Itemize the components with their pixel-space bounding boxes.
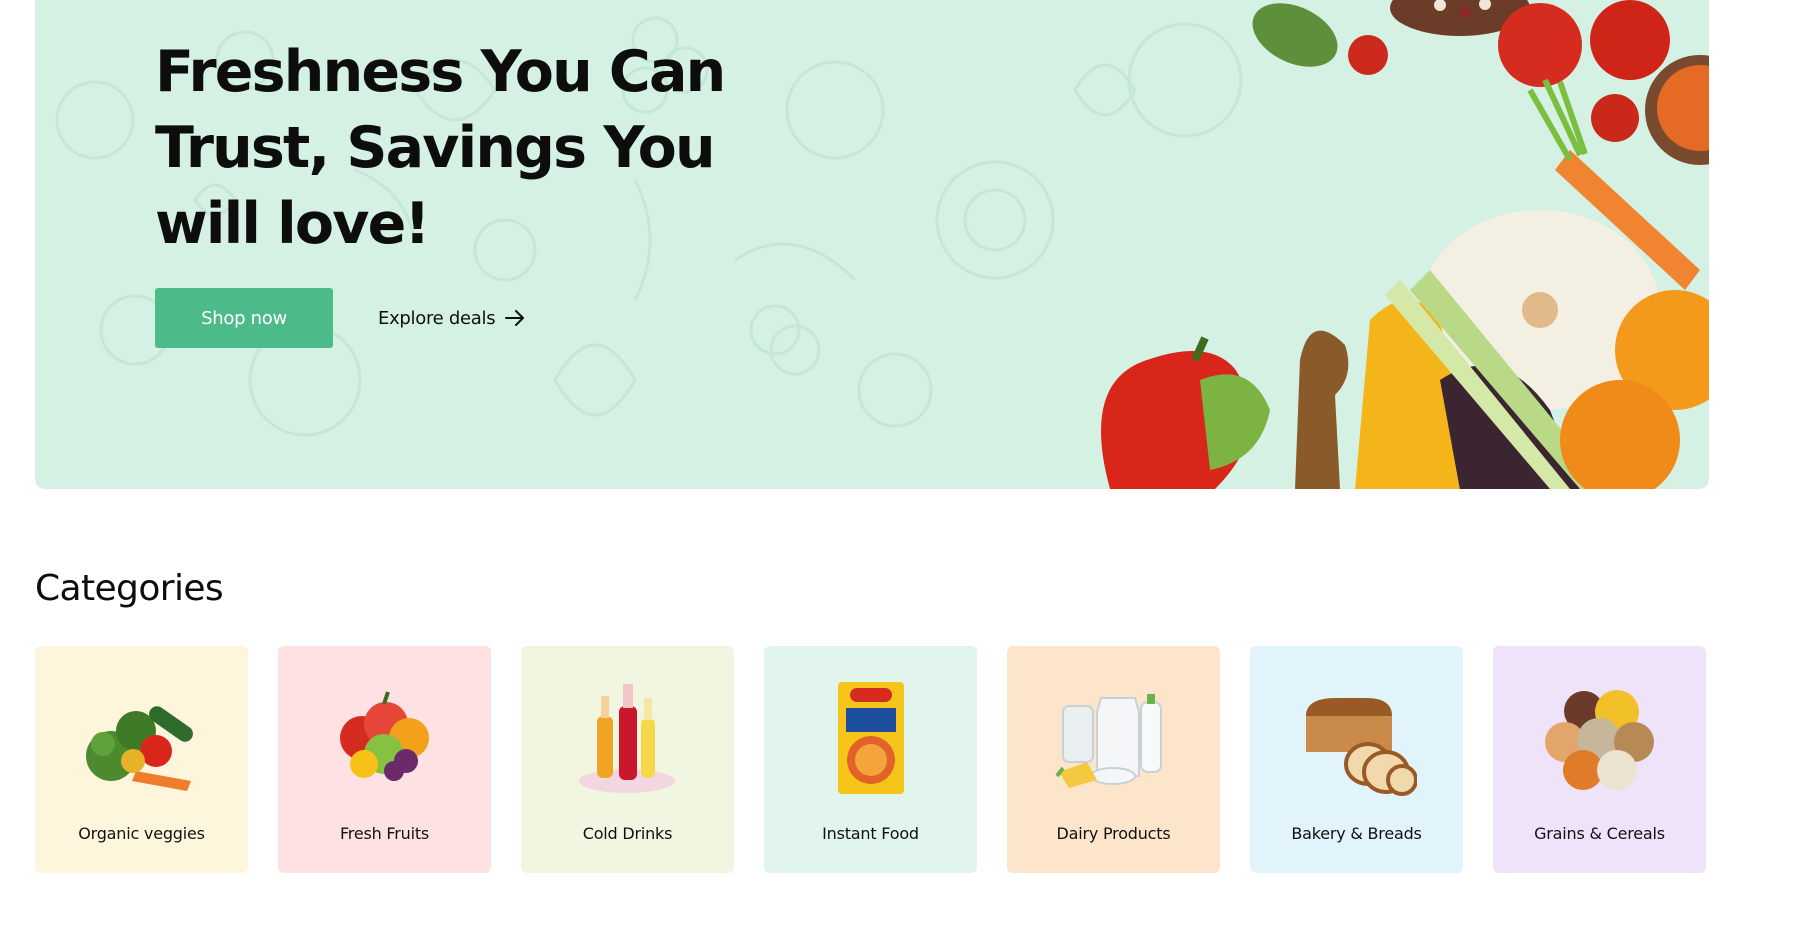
category-label: Dairy Products bbox=[1056, 824, 1171, 843]
category-label: Instant Food bbox=[822, 824, 919, 843]
vegetables-icon bbox=[86, 706, 193, 791]
dairy-icon bbox=[1055, 694, 1162, 788]
category-label: Fresh Fruits bbox=[339, 824, 430, 843]
grains-icon bbox=[1545, 690, 1654, 790]
category-label: Grains & Cereals bbox=[1534, 824, 1665, 843]
category-card-bakery-breads[interactable]: Bakery & Breads bbox=[1250, 646, 1463, 873]
category-label: Bakery & Breads bbox=[1291, 824, 1422, 843]
arrow-right-icon bbox=[505, 310, 525, 326]
explore-deals-link[interactable]: Explore deals bbox=[378, 303, 525, 333]
page: Freshness You Can Trust, Savings You wil… bbox=[0, 0, 1814, 951]
drinks-icon bbox=[579, 684, 675, 793]
hero-banner: Freshness You Can Trust, Savings You wil… bbox=[35, 0, 1709, 489]
fruits-icon bbox=[340, 691, 429, 781]
category-card-grains-cereals[interactable]: Grains & Cereals bbox=[1493, 646, 1706, 873]
category-card-cold-drinks[interactable]: Cold Drinks bbox=[521, 646, 734, 873]
categories-heading: Categories bbox=[35, 568, 224, 609]
shop-now-button[interactable]: Shop now bbox=[155, 288, 333, 348]
category-card-fresh-fruits[interactable]: Fresh Fruits bbox=[278, 646, 491, 873]
category-card-organic-veggies[interactable]: Organic veggies bbox=[35, 646, 248, 873]
category-card-instant-food[interactable]: Instant Food bbox=[764, 646, 977, 873]
bread-icon bbox=[1306, 698, 1417, 796]
categories-list: Organic veggies Fresh Fruits Cold Drinks… bbox=[35, 646, 1709, 873]
category-label: Cold Drinks bbox=[582, 824, 673, 843]
hero-title: Freshness You Can Trust, Savings You wil… bbox=[155, 39, 726, 257]
category-label: Organic veggies bbox=[78, 824, 205, 843]
category-card-dairy-products[interactable]: Dairy Products bbox=[1007, 646, 1220, 873]
vegetables-illustration bbox=[1101, 0, 1709, 489]
noodles-packet-icon bbox=[838, 682, 904, 794]
explore-deals-label: Explore deals bbox=[378, 307, 496, 329]
